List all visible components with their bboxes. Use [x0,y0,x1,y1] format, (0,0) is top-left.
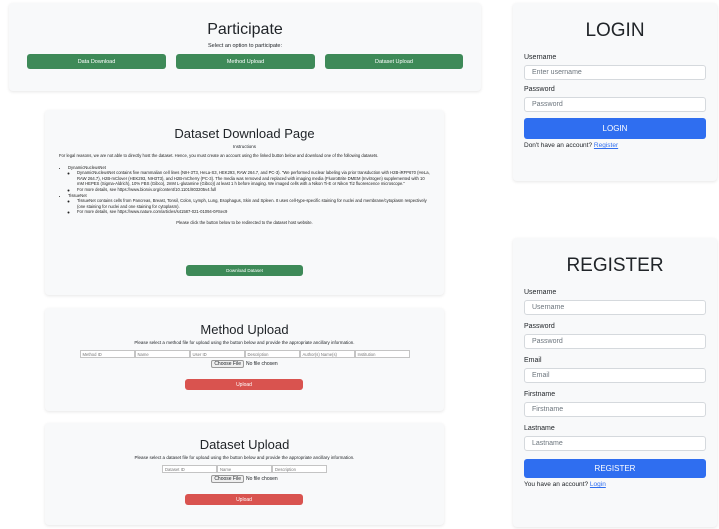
login-password-label: Password [524,86,555,93]
register-lastname-label: Lastname [524,425,555,432]
dataset-upload-title: Dataset Upload [199,437,290,452]
method-upload-subtitle: Please select a method file for upload u… [134,340,355,345]
dataset-description-input[interactable]: Description [272,465,327,473]
register-footer: You have an account? Login [524,481,706,488]
register-title: REGISTER [566,255,664,276]
register-password-input[interactable]: Password [524,334,706,349]
participate-subtitle: Select an option to participate: [208,43,282,49]
login-footer: Don't have an account? Register [524,142,706,149]
register-footer-text: You have an account? [524,481,589,488]
method-upload-title: Method Upload [200,322,289,337]
dataset-upload-button[interactable]: Dataset Upload [325,54,463,69]
data-download-button[interactable]: Data Download [27,54,166,69]
dataset-description: DynamicNucleusNet contains five mammalia… [77,170,430,187]
register-username-label: Username [524,289,557,296]
method-description-input[interactable]: Description [244,350,300,358]
method-authors-input[interactable]: Author(s) Name(s) [299,350,355,358]
register-firstname-label: Firstname [524,391,556,398]
method-upload-button[interactable]: Upload [185,379,303,390]
register-email-label: Email [524,357,542,364]
method-file-status: No file chosen [246,361,278,367]
method-user-id-input[interactable]: User ID [189,350,245,358]
register-email-input[interactable]: Email [524,368,706,383]
login-link[interactable]: Login [590,481,606,488]
dataset-fields: Dataset ID Name Description [45,465,444,473]
login-button[interactable]: LOGIN [524,118,706,139]
method-institution-input[interactable]: Institution [354,350,410,358]
participate-card: Participate Select an option to particip… [9,3,481,91]
login-username-input[interactable]: Enter username [524,65,706,80]
dataset-list: DynamicNucleusNet DynamicNucleusNet cont… [59,165,430,215]
redirect-note: Please click the button below to be redi… [176,219,313,225]
register-link[interactable]: Register [594,142,618,149]
method-name-input[interactable]: Name [134,350,190,358]
dataset-upload-card: Dataset Upload Please select a dataset f… [45,423,444,525]
dataset-file-status: No file chosen [246,476,278,482]
login-card: LOGIN Username Enter username Password P… [513,3,717,181]
method-upload-card: Method Upload Please select a method fil… [45,308,444,411]
dataset-file-picker: Choose File No file chosen [45,475,444,483]
dataset-name: DynamicNucleusNet [68,164,106,170]
login-username-label: Username [524,54,557,61]
method-upload-button[interactable]: Method Upload [176,54,315,69]
method-choose-file-button[interactable]: Choose File [211,360,244,368]
dataset-description: TissueNet contains cells from Pancreas, … [77,198,430,209]
dataset-details-link[interactable]: For more details, see https://www.nature… [77,209,430,215]
register-username-input[interactable]: Username [524,300,706,315]
login-password-input[interactable]: Password [524,97,706,112]
register-button[interactable]: REGISTER [524,459,706,478]
download-intro: For legal reasons, we are not able to di… [59,153,379,158]
dataset-choose-file-button[interactable]: Choose File [211,475,244,483]
register-password-label: Password [524,323,555,330]
dataset-upload-subtitle: Please select a dataset file for upload … [134,455,355,460]
download-dataset-button[interactable]: Download Dataset [186,265,303,276]
register-firstname-input[interactable]: Firstname [524,402,706,417]
dataset-upload-button[interactable]: Upload [185,494,303,505]
login-footer-text: Don't have an account? [524,142,593,149]
dataset-name: TissueNet [68,192,87,198]
login-title: LOGIN [585,20,645,41]
method-id-input[interactable]: Method ID [79,350,135,358]
download-page-card: Dataset Download Page Instructions For l… [45,110,444,295]
dataset-item: TissueNet TissueNet contains cells from … [68,193,430,215]
register-card: REGISTER Username Username Password Pass… [513,238,717,527]
dataset-id-input[interactable]: Dataset ID [162,465,217,473]
method-fields: Method ID Name User ID Description Autho… [45,350,444,358]
dataset-item: DynamicNucleusNet DynamicNucleusNet cont… [68,165,430,193]
dataset-name-input[interactable]: Name [217,465,272,473]
register-lastname-input[interactable]: Lastname [524,436,706,451]
download-page-title: Dataset Download Page [174,126,315,141]
method-file-picker: Choose File No file chosen [45,360,444,368]
participate-title: Participate [207,21,283,38]
